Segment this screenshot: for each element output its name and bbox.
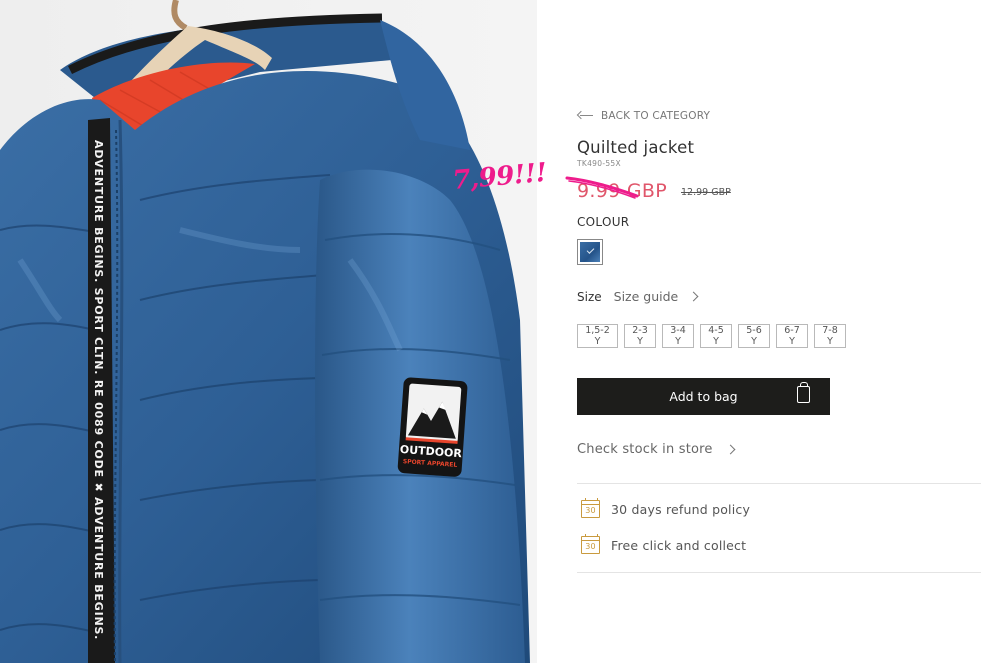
shopping-bag-icon xyxy=(797,382,810,403)
chevron-right-icon xyxy=(688,291,699,302)
add-to-bag-label: Add to bag xyxy=(669,389,738,404)
back-to-category-link[interactable]: BACK TO CATEGORY xyxy=(577,108,710,124)
check-icon xyxy=(580,242,600,262)
product-info-panel: BACK TO CATEGORY Quilted jacket TK490-55… xyxy=(577,0,981,663)
size-option[interactable]: 6-7 Y xyxy=(776,324,808,348)
size-label: Size xyxy=(577,289,602,304)
size-option[interactable]: 1,5-2 Y xyxy=(577,324,618,348)
back-label: BACK TO CATEGORY xyxy=(601,110,711,122)
colour-label: COLOUR xyxy=(577,215,630,229)
size-guide-link[interactable]: Size guide xyxy=(614,289,679,304)
divider xyxy=(577,572,981,573)
size-option[interactable]: 7-8 Y xyxy=(814,324,846,348)
product-image: ADVENTURE BEGINS. SPORT CLTN. RE 0089 CO… xyxy=(0,0,537,663)
product-sku: TK490-55X xyxy=(577,159,621,168)
colour-swatch-blue[interactable] xyxy=(577,239,603,265)
size-row: Size Size guide xyxy=(577,289,699,304)
add-to-bag-button[interactable]: Add to bag xyxy=(577,378,830,415)
product-title: Quilted jacket xyxy=(577,138,695,157)
divider xyxy=(577,483,981,484)
check-stock-link[interactable]: Check stock in store xyxy=(577,442,736,457)
product-old-price: 12.99 GBP xyxy=(681,187,731,198)
size-option[interactable]: 4-5 Y xyxy=(700,324,732,348)
tape-text: ADVENTURE BEGINS. SPORT CLTN. RE 0089 CO… xyxy=(92,140,105,640)
calendar-number: 30 xyxy=(585,542,596,551)
perk-click-collect: 30 Free click and collect xyxy=(581,534,747,554)
size-option[interactable]: 5-6 Y xyxy=(738,324,770,348)
size-option[interactable]: 2-3 Y xyxy=(624,324,656,348)
perk-label: Free click and collect xyxy=(611,537,747,553)
size-options: 1,5-2 Y 2-3 Y 3-4 Y 4-5 Y 5-6 Y 6-7 Y 7-… xyxy=(577,324,846,348)
perk-label: 30 days refund policy xyxy=(611,501,751,517)
check-stock-label: Check stock in store xyxy=(577,442,713,457)
size-option[interactable]: 3-4 Y xyxy=(662,324,694,348)
price-strike-mark xyxy=(565,176,639,199)
arrow-left-icon xyxy=(577,111,593,121)
perk-refund: 30 30 days refund policy xyxy=(581,498,751,518)
calendar-30-icon: 30 xyxy=(581,534,600,554)
outdoor-badge: OUTDOOR SPORT APPAREL xyxy=(397,377,468,477)
calendar-30-icon: 30 xyxy=(581,498,600,518)
chevron-right-icon xyxy=(725,444,736,455)
calendar-number: 30 xyxy=(585,506,596,515)
